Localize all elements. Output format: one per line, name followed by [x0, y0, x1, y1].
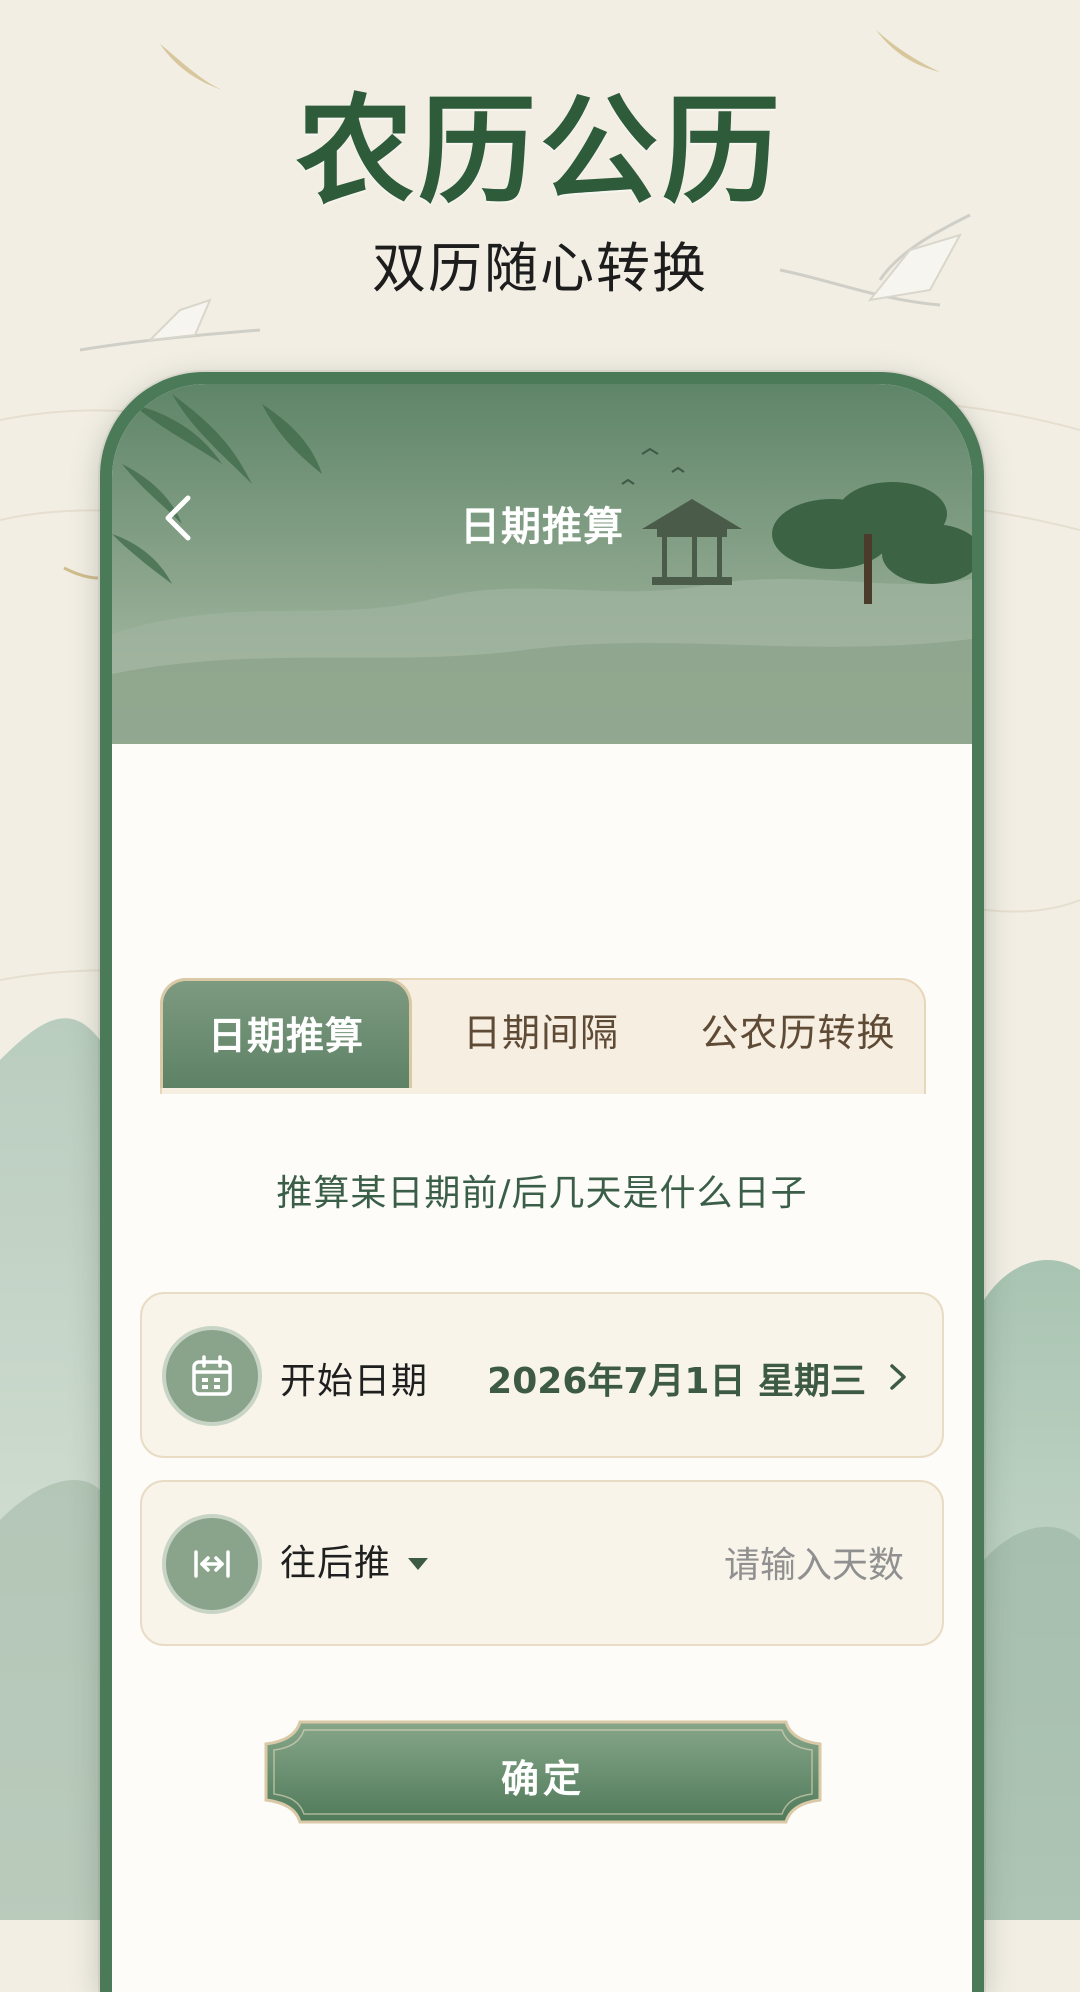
tab-bar: 日期推算 日期间隔 公农历转换 [160, 978, 926, 1108]
days-input[interactable] [582, 1532, 906, 1598]
confirm-label: 确定 [500, 1757, 585, 1801]
calendar-icon [166, 1330, 258, 1422]
confirm-button[interactable]: 确定 [260, 1716, 826, 1828]
promo-title: 农历公历 [295, 81, 784, 220]
days-offset-row: 往后推 [140, 1480, 944, 1646]
promo-subtitle: 双历随心转换 [372, 237, 708, 300]
direction-dropdown[interactable]: 往后推 [280, 1534, 430, 1594]
caret-down-icon [408, 1558, 429, 1570]
start-date-row[interactable]: 开始日期 2026年7月1日 星期三 [140, 1292, 944, 1458]
content-card: 推算某日期前/后几天是什么日子 开始日期 2026年7月1日 星期三 往后推 请… [112, 1094, 972, 1992]
card-description: 推算某日期前/后几天是什么日子 [276, 1173, 808, 1214]
phone-frame: 日期推算 日期推算 日期间隔 公农历转换 推算某日期前/后几天是什么日子 开始日… [100, 372, 984, 1992]
app-screen: 日期推算 日期推算 日期间隔 公农历转换 推算某日期前/后几天是什么日子 开始日… [112, 384, 972, 1992]
tab-date-interval[interactable]: 日期间隔 [412, 978, 670, 1088]
start-date-label: 开始日期 [280, 1361, 429, 1402]
tab-calendar-convert[interactable]: 公农历转换 [670, 978, 926, 1088]
header-landscape-art [112, 384, 972, 744]
start-date-value: 2026年7月1日 星期三 [487, 1361, 866, 1402]
tab-date-calc[interactable]: 日期推算 [160, 978, 412, 1088]
page-title: 日期推算 [460, 504, 624, 550]
chevron-right-icon [890, 1364, 906, 1390]
arrows-horizontal-icon [166, 1518, 258, 1610]
nav-bar: 日期推算 [112, 476, 972, 560]
direction-label: 往后推 [280, 1543, 392, 1584]
